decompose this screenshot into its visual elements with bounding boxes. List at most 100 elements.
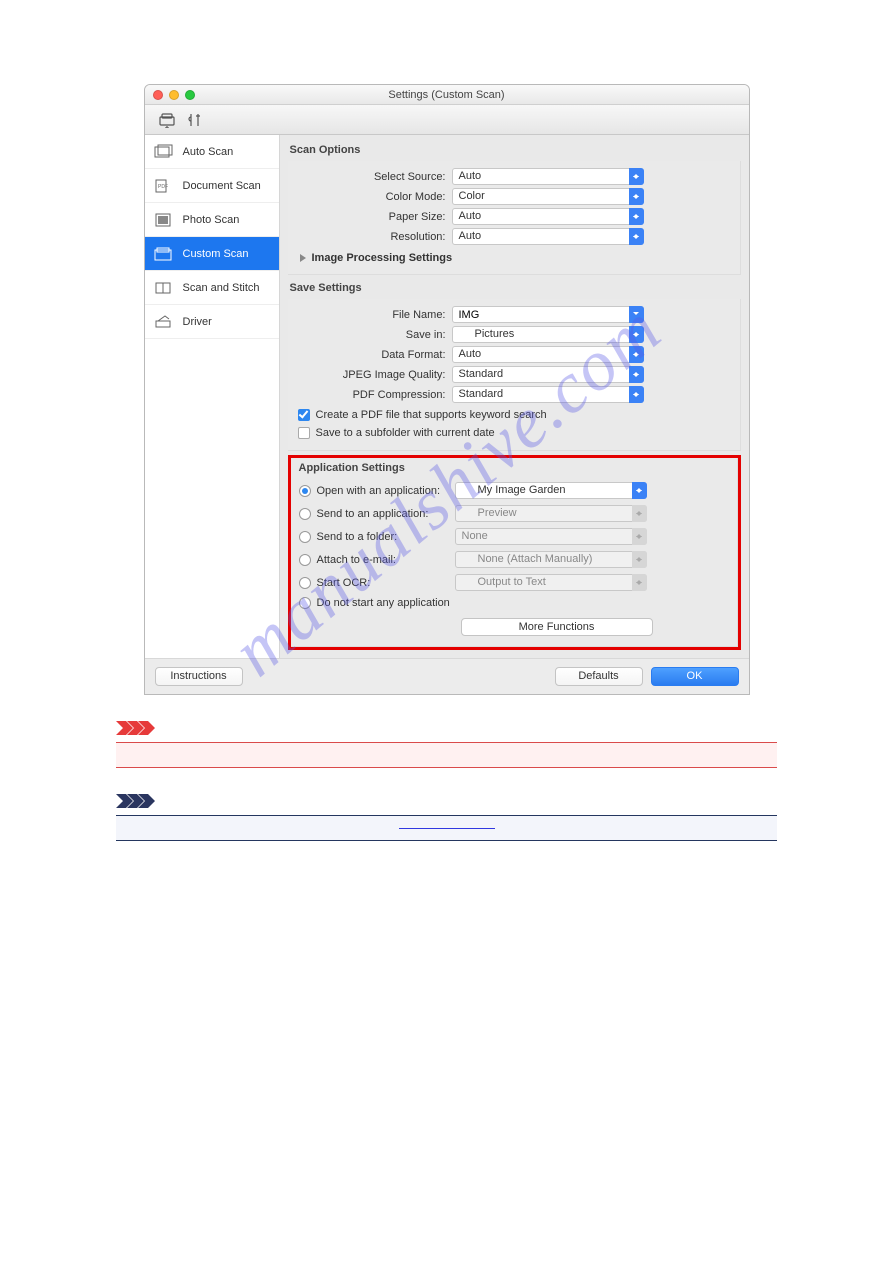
defaults-button[interactable]: Defaults: [555, 667, 643, 686]
attach-email-label: Attach to e-mail:: [317, 554, 396, 566]
subfolder-label: Save to a subfolder with current date: [316, 427, 495, 439]
note-chevrons-icon: [116, 794, 156, 811]
sidebar-item-label: Document Scan: [183, 180, 261, 192]
save-in-combo[interactable]: Pictures: [452, 326, 644, 343]
document-scan-icon: PDF: [153, 177, 175, 195]
settings-window: Settings (Custom Scan) Auto Scan PDF Doc…: [144, 84, 750, 695]
start-ocr-label: Start OCR:: [317, 577, 371, 589]
sidebar-item-photo-scan[interactable]: Photo Scan: [145, 203, 279, 237]
color-mode-label: Color Mode:: [294, 191, 452, 203]
chevron-updown-icon: [629, 366, 644, 383]
main-panel: Scan Options Select Source: Auto Color M…: [280, 135, 749, 658]
start-ocr-combo: Output to Text: [455, 574, 647, 591]
chevron-updown-icon: [629, 326, 644, 343]
chevron-updown-icon: [629, 386, 644, 403]
scan-stitch-icon: [153, 279, 175, 297]
keyword-pdf-checkbox-row[interactable]: Create a PDF file that supports keyword …: [294, 406, 734, 424]
resolution-label: Resolution:: [294, 231, 452, 243]
radio-icon: [299, 577, 311, 589]
note-callout: [116, 794, 777, 841]
title-bar: Settings (Custom Scan): [145, 85, 749, 105]
scan-options-panel: Select Source: Auto Color Mode: Color Pa…: [288, 161, 741, 275]
data-format-label: Data Format:: [294, 349, 452, 361]
chevron-updown-icon: [632, 505, 647, 522]
radio-icon: [299, 554, 311, 566]
image-processing-label: Image Processing Settings: [312, 252, 453, 264]
scan-options-title: Scan Options: [288, 141, 741, 161]
more-functions-button[interactable]: More Functions: [461, 618, 653, 636]
chevron-updown-icon: [629, 208, 644, 225]
select-source-label: Select Source:: [294, 171, 452, 183]
start-ocr-radio[interactable]: Start OCR:: [297, 577, 455, 589]
checkbox-checked-icon: [298, 409, 310, 421]
paper-size-label: Paper Size:: [294, 211, 452, 223]
select-source-combo[interactable]: Auto: [452, 168, 644, 185]
dialog-footer: Instructions Defaults OK: [145, 658, 749, 694]
jpeg-quality-label: JPEG Image Quality:: [294, 369, 452, 381]
tools-icon[interactable]: [187, 112, 203, 128]
open-with-app-combo[interactable]: My Image Garden: [455, 482, 647, 499]
note-link[interactable]: [399, 828, 495, 829]
save-settings-title: Save Settings: [288, 279, 741, 299]
driver-icon: [153, 313, 175, 331]
color-mode-combo[interactable]: Color: [452, 188, 644, 205]
photo-scan-icon: [153, 211, 175, 229]
chevron-updown-icon: [632, 551, 647, 568]
radio-selected-icon: [299, 485, 311, 497]
checkbox-icon: [298, 427, 310, 439]
instructions-button[interactable]: Instructions: [155, 667, 243, 686]
chevron-down-icon: [629, 306, 644, 323]
chevron-updown-icon: [629, 168, 644, 185]
send-to-app-combo: Preview: [455, 505, 647, 522]
image-processing-disclosure[interactable]: Image Processing Settings: [294, 248, 734, 266]
open-with-app-radio[interactable]: Open with an application:: [297, 485, 455, 497]
sidebar-item-label: Custom Scan: [183, 248, 249, 260]
save-settings-panel: File Name: Save in: Pictures Data Format…: [288, 299, 741, 451]
file-name-label: File Name:: [294, 309, 452, 321]
radio-icon: [299, 508, 311, 520]
toolbar: [145, 105, 749, 135]
sidebar-item-label: Scan and Stitch: [183, 282, 260, 294]
triangle-right-icon: [300, 254, 306, 262]
do-not-start-label: Do not start any application: [317, 597, 450, 609]
sidebar-item-driver[interactable]: Driver: [145, 305, 279, 339]
attach-email-radio[interactable]: Attach to e-mail:: [297, 554, 455, 566]
chevron-updown-icon: [629, 228, 644, 245]
chevron-updown-icon: [632, 528, 647, 545]
resolution-combo[interactable]: Auto: [452, 228, 644, 245]
keyword-pdf-label: Create a PDF file that supports keyword …: [316, 409, 547, 421]
paper-size-combo[interactable]: Auto: [452, 208, 644, 225]
sidebar-item-custom-scan[interactable]: Custom Scan: [145, 237, 279, 271]
ok-button[interactable]: OK: [651, 667, 739, 686]
chevron-updown-icon: [632, 574, 647, 591]
subfolder-checkbox-row[interactable]: Save to a subfolder with current date: [294, 424, 734, 442]
chevron-updown-icon: [632, 482, 647, 499]
sidebar-item-label: Auto Scan: [183, 146, 234, 158]
send-to-app-label: Send to an application:: [317, 508, 429, 520]
radio-icon: [299, 531, 311, 543]
scanner-icon[interactable]: [159, 112, 177, 128]
attach-email-combo: None (Attach Manually): [455, 551, 647, 568]
sidebar-item-document-scan[interactable]: PDF Document Scan: [145, 169, 279, 203]
application-settings-title: Application Settings: [297, 462, 731, 479]
pdf-compression-label: PDF Compression:: [294, 389, 452, 401]
send-to-folder-radio[interactable]: Send to a folder:: [297, 531, 455, 543]
do-not-start-radio[interactable]: Do not start any application: [297, 597, 450, 609]
pdf-compression-combo[interactable]: Standard: [452, 386, 644, 403]
application-settings-highlight: Application Settings Open with an applic…: [288, 455, 741, 650]
send-to-app-radio[interactable]: Send to an application:: [297, 508, 455, 520]
sidebar: Auto Scan PDF Document Scan Photo Scan C…: [145, 135, 280, 658]
save-in-label: Save in:: [294, 329, 452, 341]
sidebar-item-label: Driver: [183, 316, 212, 328]
sidebar-item-scan-stitch[interactable]: Scan and Stitch: [145, 271, 279, 305]
sidebar-item-auto-scan[interactable]: Auto Scan: [145, 135, 279, 169]
file-name-field[interactable]: [452, 306, 644, 323]
chevron-updown-icon: [629, 346, 644, 363]
auto-scan-icon: [153, 143, 175, 161]
sidebar-item-label: Photo Scan: [183, 214, 240, 226]
data-format-combo[interactable]: Auto: [452, 346, 644, 363]
custom-scan-icon: [153, 245, 175, 263]
jpeg-quality-combo[interactable]: Standard: [452, 366, 644, 383]
chevron-updown-icon: [629, 188, 644, 205]
window-title: Settings (Custom Scan): [145, 89, 749, 101]
